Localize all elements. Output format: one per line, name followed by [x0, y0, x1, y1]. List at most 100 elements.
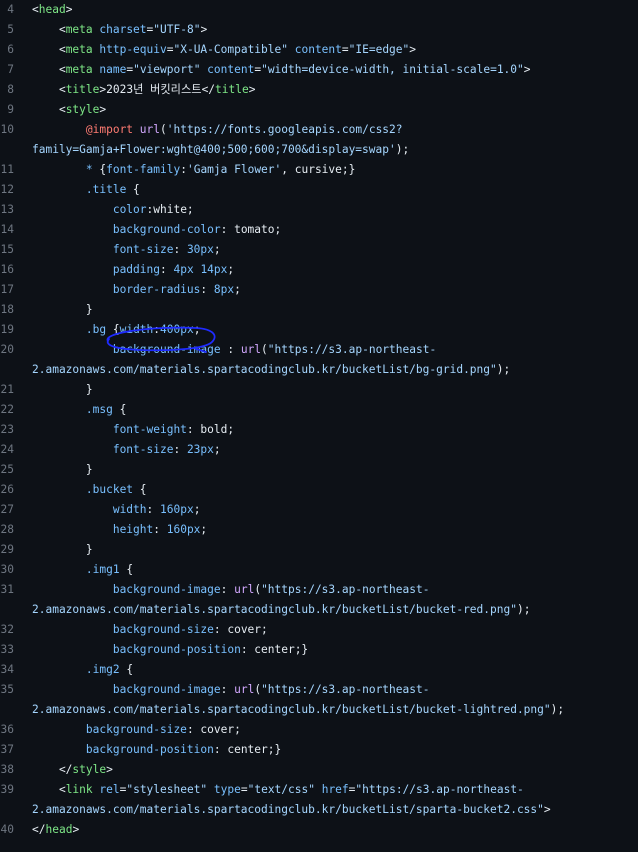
code-token: .msg [85, 403, 113, 416]
code-line: 26 .bucket { [0, 480, 638, 500]
code-token: ; [213, 443, 221, 456]
code-token: type [207, 783, 241, 796]
code-text: 2.amazonaws.com/materials.spartacodingcl… [32, 800, 638, 820]
code-token: < [32, 103, 66, 116]
line-number: 20 [0, 343, 14, 356]
code-token: meta [65, 43, 93, 56]
code-token: { [119, 663, 134, 676]
line-number: 24 [0, 443, 14, 456]
line-number: 30 [0, 563, 14, 576]
code-token: ; [213, 243, 221, 256]
code-token: 'https://fonts.googleapis.com/css2? [166, 123, 403, 136]
code-token: meta [65, 63, 93, 76]
line-number: 35 [0, 683, 14, 696]
code-token: ); [395, 143, 410, 156]
code-text: <link rel="stylesheet" type="text/css" h… [32, 780, 638, 800]
code-text: background-size: cover; [32, 720, 638, 740]
code-line: 7 <meta name="viewport" content="width=d… [0, 60, 638, 80]
code-token: < [32, 63, 66, 76]
code-token: = [341, 43, 349, 56]
code-token: family=Gamja+Flower:wght@400;500;600;700… [32, 143, 396, 156]
code-line: 17 border-radius: 8px; [0, 280, 638, 300]
code-line: 38 </style> [0, 760, 638, 780]
code-token: background-image [112, 343, 221, 356]
code-token: @import [85, 123, 134, 136]
code-token: : cover; [213, 623, 268, 636]
code-token: link [65, 783, 93, 796]
code-line: 39 <link rel="stylesheet" type="text/css… [0, 780, 638, 800]
code-token: content [288, 43, 342, 56]
code-token: 23px [186, 443, 214, 456]
code-text: background-size: cover; [32, 620, 638, 640]
code-text: font-weight: bold; [32, 420, 638, 440]
code-text: .img2 { [32, 660, 638, 680]
line-number: 34 [0, 663, 14, 676]
code-token: : bold; [186, 423, 235, 436]
code-line: 13 color:white; [0, 200, 638, 220]
code-text: height: 160px; [32, 520, 638, 540]
code-token: url [240, 343, 262, 356]
code-token: 160px [160, 503, 194, 516]
code-token: > [523, 63, 531, 76]
code-token: background-image [112, 683, 221, 696]
code-text: background-image : url("https://s3.ap-no… [32, 340, 638, 360]
code-text: .title { [32, 180, 638, 200]
code-token: font-size [112, 443, 174, 456]
line-number: 8 [7, 83, 14, 96]
line-number: 38 [0, 763, 14, 776]
code-text: </head> [32, 820, 638, 840]
code-token: 2.amazonaws.com/materials.spartacodingcl… [32, 363, 497, 376]
code-view: 4 <head> 5 <meta charset="UTF-8"> 6 <meta h… [0, 0, 638, 852]
code-line: 40 </head> [0, 820, 638, 840]
code-text: width: 160px; [32, 500, 638, 520]
line-number: 17 [0, 283, 14, 296]
code-token: < [32, 23, 66, 36]
code-line: 21 } [0, 380, 638, 400]
code-token: "https://s3.ap-northeast- [261, 683, 430, 696]
code-token: 4px [173, 263, 194, 276]
code-token: > [99, 103, 107, 116]
code-token: url [234, 683, 255, 696]
code-line: 29 } [0, 540, 638, 560]
code-text: color:white; [32, 200, 638, 220]
code-line: 6 <meta http-equiv = "X-UA-Compatible" con… [0, 40, 638, 60]
code-text: } [32, 460, 638, 480]
code-token: ( [160, 123, 167, 136]
code-token: </ [32, 763, 73, 776]
code-token: "text/css" [247, 783, 315, 796]
line-number: 15 [0, 243, 14, 256]
code-token: < [32, 43, 66, 56]
code-token: .bucket [85, 483, 134, 496]
code-token: * [85, 163, 100, 176]
line-number: 37 [0, 743, 14, 756]
code-text: } [32, 380, 638, 400]
code-text: font-size: 23px; [32, 440, 638, 460]
code-text: * {font-family:'Gamja Flower', cursive;} [32, 160, 638, 180]
code-text: background-image: url("https://s3.ap-nor… [32, 580, 638, 600]
code-token: { [119, 563, 134, 576]
code-token: 2.amazonaws.com/materials.spartacodingcl… [32, 703, 551, 716]
code-token: : [159, 263, 174, 276]
line-number: 10 [0, 123, 14, 136]
code-token: background-position [85, 743, 214, 756]
code-token: http-equiv [92, 43, 167, 56]
code-token: : [180, 163, 187, 176]
code-token: : cover; [186, 723, 241, 736]
code-token: title [65, 83, 100, 96]
code-token: : [220, 343, 241, 356]
code-text: } [32, 540, 638, 560]
line-number: 16 [0, 263, 14, 276]
code-token: 400px [160, 323, 194, 336]
